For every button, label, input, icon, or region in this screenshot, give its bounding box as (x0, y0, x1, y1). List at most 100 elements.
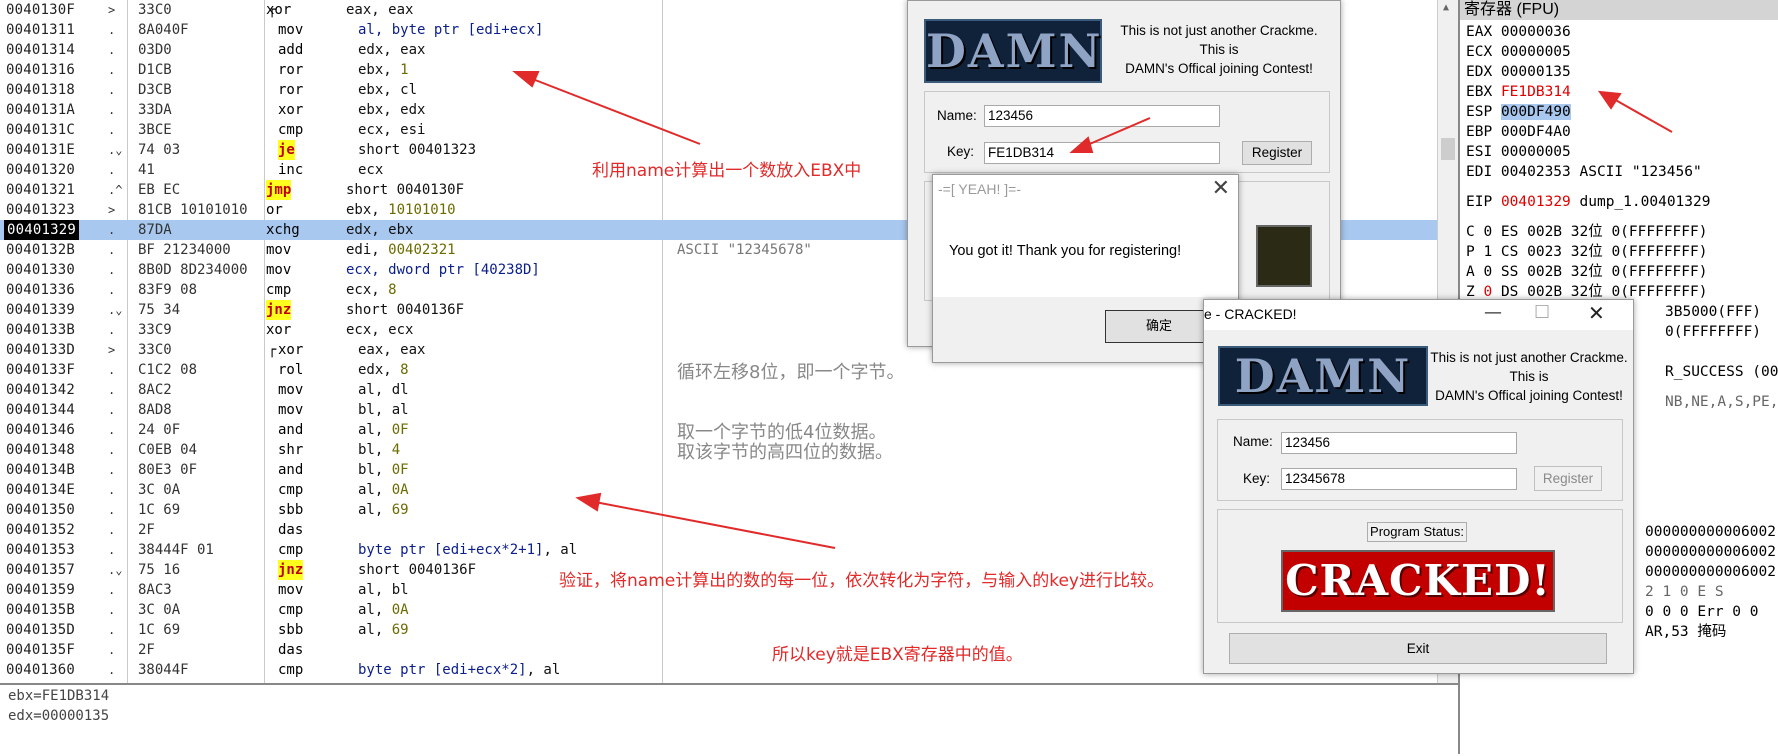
reg-edi[interactable]: EDI 00402353 ASCII "123456" (1466, 162, 1702, 182)
reg-esp[interactable]: ESP 000DF490 (1466, 102, 1571, 122)
row-jump-marker: . (108, 483, 116, 497)
row-hex: 03D0 (138, 42, 172, 58)
row-mnemonic: cmp (278, 602, 304, 618)
cracked-banner: CRACKED! (1281, 550, 1555, 612)
close-icon[interactable]: ✕ (1588, 301, 1605, 325)
key-field[interactable]: FE1DB314 (984, 142, 1220, 164)
row-mnemonic: sbb (278, 622, 304, 638)
operand-part: bl, al (358, 402, 409, 418)
blurb-line: This is (1199, 42, 1239, 57)
row-operands: bl, 0F (358, 460, 409, 480)
operand-part: 8 (400, 362, 409, 378)
row-address: 00401353 (6, 542, 76, 558)
row-address: 0040134B (6, 462, 76, 478)
operand-part: ebx, (358, 62, 401, 78)
row-jump-marker: . (108, 323, 116, 337)
row-hex: 1C 69 (138, 622, 181, 638)
maximize-icon[interactable]: ☐ (1534, 302, 1550, 323)
name-field[interactable]: 123456 (984, 105, 1220, 127)
row-jump-marker: . (108, 263, 116, 277)
window-title: e - CRACKED! (1204, 306, 1297, 322)
row-mnemonic: das (278, 642, 304, 658)
row-jump-marker: . (108, 583, 116, 597)
name-field[interactable]: 123456 (1281, 432, 1517, 454)
flag-a[interactable]: A 0 SS 002B 32位 0(FFFFFFFF) (1466, 262, 1707, 282)
title-bar[interactable]: e - CRACKED! — ☐ ✕ (1204, 300, 1633, 330)
crackme-blurb: This is not just another Crackme. This i… (1429, 348, 1629, 405)
row-hex: 8B0D 8D234000 (138, 262, 248, 278)
scroll-up-icon[interactable]: ▲ (1443, 2, 1449, 13)
reg-ebx-name: EBX (1466, 84, 1493, 100)
reg-ebx[interactable]: EBX FE1DB314 (1466, 82, 1571, 102)
reg-eip-name: EIP (1466, 194, 1493, 210)
operand-part: 4 (391, 442, 401, 458)
row-mnemonic: rol (278, 362, 304, 378)
row-address: 00401316 (6, 62, 76, 78)
row-operands: al, dl (358, 380, 409, 400)
status-banner-fragment (1256, 225, 1312, 287)
row-hex: 24 0F (138, 422, 181, 438)
row-address: 0040131E (6, 142, 76, 158)
row-operands: edx, ebx (346, 220, 413, 240)
damn-logo: DAMN (1218, 346, 1428, 406)
crackme-window-front[interactable]: e - CRACKED! — ☐ ✕ DAMN This is not just… (1203, 299, 1634, 674)
row-mnemonic: ror (278, 82, 304, 98)
row-mnemonic: mov (266, 242, 292, 258)
row-address: 0040135D (6, 622, 76, 638)
blurb-line: DAMN's Offical joining Contest! (1125, 61, 1313, 76)
key-label: Key: (1243, 471, 1271, 486)
row-hex: EB EC (138, 182, 181, 198)
blurb-line: This is (1509, 369, 1549, 384)
row-jump-marker: . (108, 603, 116, 617)
row-mnemonic: sbb (278, 502, 304, 518)
row-address: 0040131C (6, 122, 76, 138)
row-operands: eax, eax (346, 0, 413, 20)
operand-part: eax, eax (358, 342, 426, 358)
scroll-thumb[interactable] (1441, 138, 1455, 160)
operand-part: al, (358, 602, 392, 618)
row-jump-marker: . (108, 283, 116, 297)
row-mnemonic: cmp (266, 282, 292, 298)
row-operands: ebx, 1 (358, 60, 409, 80)
reg-ebp[interactable]: EBP 000DF4A0 (1466, 122, 1571, 142)
reg-edx[interactable]: EDX 00000135 (1466, 62, 1571, 82)
row-operands: ecx (358, 160, 383, 180)
message-box-title: -=[ YEAH! ]=- (938, 181, 1021, 197)
row-address: 00401352 (6, 522, 76, 538)
ok-button[interactable]: 确定 (1105, 310, 1213, 343)
operand-part: byte ptr [edi+ecx*2+1] (358, 542, 544, 558)
row-mnemonic: mov (278, 22, 304, 38)
row-address: 00401311 (6, 22, 76, 38)
row-mnemonic: cmp (278, 122, 304, 138)
reg-eip[interactable]: EIP 00401329 dump_1.00401329 (1466, 192, 1710, 212)
reg-ecx[interactable]: ECX 00000005 (1466, 42, 1571, 62)
row-mnemonic: xor (278, 342, 304, 358)
flag-c[interactable]: C 0 ES 002B 32位 0(FFFFFFFF) (1466, 222, 1707, 242)
fpu-fragment: 2 1 0 E S (1645, 584, 1724, 600)
annotation-verify: 验证，将name计算出的数的每一位，依次转化为字符，与输入的key进行比较。 (559, 571, 1164, 591)
row-address: 00401359 (6, 582, 76, 598)
row-jump-marker: . (108, 663, 116, 677)
flag-p[interactable]: P 1 CS 0023 32位 0(FFFFFFFF) (1466, 242, 1707, 262)
operand-part: al, (358, 422, 392, 438)
row-jump-marker: > (108, 203, 116, 217)
row-jump-marker: .⌄ (108, 143, 123, 157)
row-hex: 33C0 (138, 342, 172, 358)
note-rol: 循环左移8位，即一个字节。 (677, 362, 905, 383)
reg-esi[interactable]: ESI 00000005 (1466, 142, 1571, 162)
minimize-icon[interactable]: — (1484, 302, 1502, 323)
row-hex: D1CB (138, 62, 172, 78)
crackme-blurb: This is not just another Crackme. This i… (1101, 21, 1337, 78)
key-field[interactable]: 12345678 (1281, 468, 1517, 490)
register-button[interactable]: Register (1534, 466, 1602, 491)
operand-part: short 0040136F (358, 562, 477, 578)
row-hex: 38044F (138, 662, 189, 678)
row-address: 0040135B (6, 602, 76, 618)
operand-part: al, (358, 502, 392, 518)
exit-button[interactable]: Exit (1229, 633, 1607, 664)
message-box[interactable]: -=[ YEAH! ]=- ✕ You got it! Thank you fo… (932, 174, 1239, 363)
close-icon[interactable]: ✕ (1212, 176, 1230, 201)
row-operands: short 0040136F (358, 560, 476, 580)
register-button[interactable]: Register (1242, 141, 1312, 165)
reg-eax[interactable]: EAX 00000036 (1466, 22, 1571, 42)
